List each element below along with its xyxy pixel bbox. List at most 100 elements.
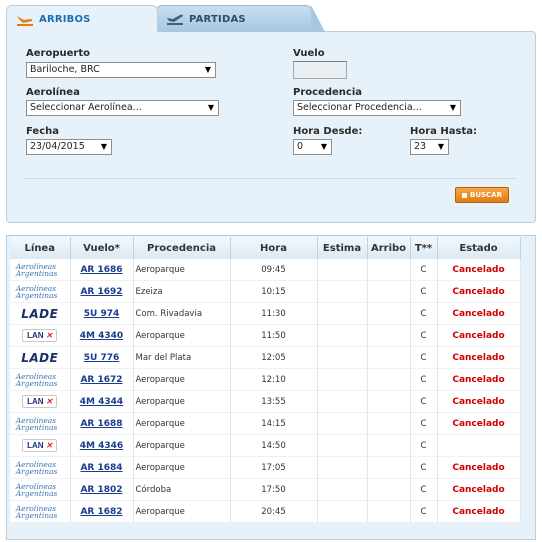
cell-estado: Cancelado (437, 390, 521, 413)
flight-link[interactable]: AR 1684 (80, 463, 122, 473)
flight-link[interactable]: 5U 776 (84, 353, 120, 363)
tab-partidas-label: PARTIDAS (189, 13, 246, 25)
cell-estado: Cancelado (437, 280, 521, 303)
hora-hasta-select-value: 23 (414, 141, 427, 152)
flight-link[interactable]: 4M 4344 (80, 397, 123, 407)
header-estima[interactable]: Estima (317, 237, 368, 259)
flight-link[interactable]: AR 1802 (80, 485, 122, 495)
cell-terminal: C (410, 456, 438, 479)
cell-estado: Cancelado (437, 346, 521, 369)
cell-terminal: C (410, 346, 438, 369)
table-row: LAN ✕ 4M 4344 Aeroparque 13:55 C Cancelado (10, 390, 521, 413)
cell-vuelo: 4M 4344 (70, 390, 134, 413)
cell-procedencia: Aeroparque (133, 368, 231, 391)
flight-link[interactable]: AR 1688 (80, 419, 122, 429)
fecha-label: Fecha (26, 126, 60, 137)
header-procedencia[interactable]: Procedencia (133, 237, 231, 259)
cell-hora: 10:15 (230, 280, 318, 303)
cell-vuelo: AR 1684 (70, 456, 134, 479)
search-panel: Aeropuerto Bariloche, BRC ▼ Vuelo Aerolí… (6, 31, 536, 223)
cell-linea: LAN ✕ (10, 434, 71, 457)
cell-linea: LAN ✕ (10, 324, 71, 347)
cell-terminal: C (410, 412, 438, 435)
tab-bar: ARRIBOS PARTIDAS (6, 5, 536, 33)
cell-vuelo: AR 1688 (70, 412, 134, 435)
cell-terminal: C (410, 280, 438, 303)
chevron-down-icon: ▼ (449, 103, 456, 112)
header-estado[interactable]: Estado (437, 237, 521, 259)
plane-takeoff-icon (165, 12, 185, 26)
aerolineas-argentinas-logo: Aerolíneas Argentinas (15, 261, 58, 278)
header-hora[interactable]: Hora (230, 237, 318, 259)
cell-terminal: C (410, 390, 438, 413)
aerolinea-select[interactable]: Seleccionar Aerolínea... ▼ (26, 100, 219, 116)
fecha-select[interactable]: 23/04/2015 ▼ (26, 139, 112, 155)
header-linea[interactable]: Línea (10, 237, 71, 259)
cell-hora: 17:50 (230, 478, 318, 501)
cell-estima (317, 456, 368, 479)
cell-procedencia: Com. Rivadavia (133, 302, 231, 325)
table-row: Aerolíneas Argentinas AR 1672 Aeroparque 12:… (10, 368, 521, 391)
lade-logo: LADE (21, 306, 59, 321)
cell-estado: Cancelado (437, 259, 521, 281)
cell-vuelo: 5U 776 (70, 346, 134, 369)
cell-estima (317, 500, 368, 523)
header-vuelo[interactable]: Vuelo* (70, 237, 134, 259)
cell-estima (317, 259, 368, 281)
table-row: LAN ✕ 4M 4340 Aeroparque 11:50 C Cancelado (10, 324, 521, 347)
flight-link[interactable]: AR 1682 (80, 507, 122, 517)
cell-vuelo: 5U 974 (70, 302, 134, 325)
flight-link[interactable]: 4M 4340 (80, 331, 123, 341)
cell-arribo (367, 478, 411, 501)
tab-arribos[interactable]: ARRIBOS (6, 5, 158, 33)
cell-vuelo: AR 1686 (70, 259, 134, 281)
aeropuerto-select[interactable]: Bariloche, BRC ▼ (26, 62, 216, 78)
flight-link[interactable]: AR 1672 (80, 375, 122, 385)
vuelo-label: Vuelo (293, 48, 325, 59)
table-row: Aerolíneas Argentinas AR 1686 Aeroparque 09:… (10, 259, 521, 281)
cell-estima (317, 324, 368, 347)
cell-estima (317, 302, 368, 325)
cell-terminal: C (410, 259, 438, 281)
table-header-row: Línea Vuelo* Procedencia Hora Estima Arr… (10, 237, 521, 259)
chevron-down-icon: ▼ (207, 103, 214, 112)
cell-hora: 09:45 (230, 259, 318, 281)
header-terminal[interactable]: T** (410, 237, 438, 259)
hora-desde-select[interactable]: 0 ▼ (293, 139, 332, 155)
buscar-button[interactable]: BUSCAR (455, 187, 509, 203)
flight-link[interactable]: 5U 974 (84, 309, 120, 319)
cell-arribo (367, 412, 411, 435)
search-icon (461, 192, 467, 198)
cell-vuelo: AR 1682 (70, 500, 134, 523)
cell-procedencia: Aeroparque (133, 390, 231, 413)
hora-hasta-select[interactable]: 23 ▼ (410, 139, 449, 155)
cell-linea: Aerolíneas Argentinas (10, 478, 71, 501)
flight-link[interactable]: 4M 4346 (80, 441, 123, 451)
procedencia-select[interactable]: Seleccionar Procedencia... ▼ (293, 100, 461, 116)
cell-estima (317, 434, 368, 457)
aerolineas-argentinas-logo: Aerolíneas Argentinas (15, 481, 58, 498)
cell-procedencia: Aeroparque (133, 412, 231, 435)
chevron-down-icon: ▼ (320, 142, 327, 151)
cell-arribo (367, 434, 411, 457)
cell-hora: 14:50 (230, 434, 318, 457)
cell-arribo (367, 302, 411, 325)
cell-hora: 12:05 (230, 346, 318, 369)
tab-partidas[interactable]: PARTIDAS (156, 5, 325, 32)
cell-linea: Aerolíneas Argentinas (10, 259, 71, 281)
fecha-select-value: 23/04/2015 (30, 141, 85, 152)
cell-vuelo: AR 1672 (70, 368, 134, 391)
table-row: Aerolíneas Argentinas AR 1682 Aeroparque 20:… (10, 500, 521, 523)
aerolineas-argentinas-logo: Aerolíneas Argentinas (15, 283, 58, 300)
cell-arribo (367, 259, 411, 281)
cell-procedencia: Aeroparque (133, 456, 231, 479)
aerolinea-label: Aerolínea (26, 87, 80, 98)
flight-link[interactable]: AR 1692 (80, 287, 122, 297)
vuelo-input[interactable] (293, 61, 347, 79)
aerolinea-select-value: Seleccionar Aerolínea... (30, 102, 142, 113)
tab-arribos-label: ARRIBOS (39, 14, 91, 25)
flight-link[interactable]: AR 1686 (80, 265, 122, 275)
chevron-down-icon: ▼ (100, 142, 107, 151)
header-arribo[interactable]: Arribo (367, 237, 411, 259)
chevron-down-icon: ▼ (204, 65, 211, 74)
